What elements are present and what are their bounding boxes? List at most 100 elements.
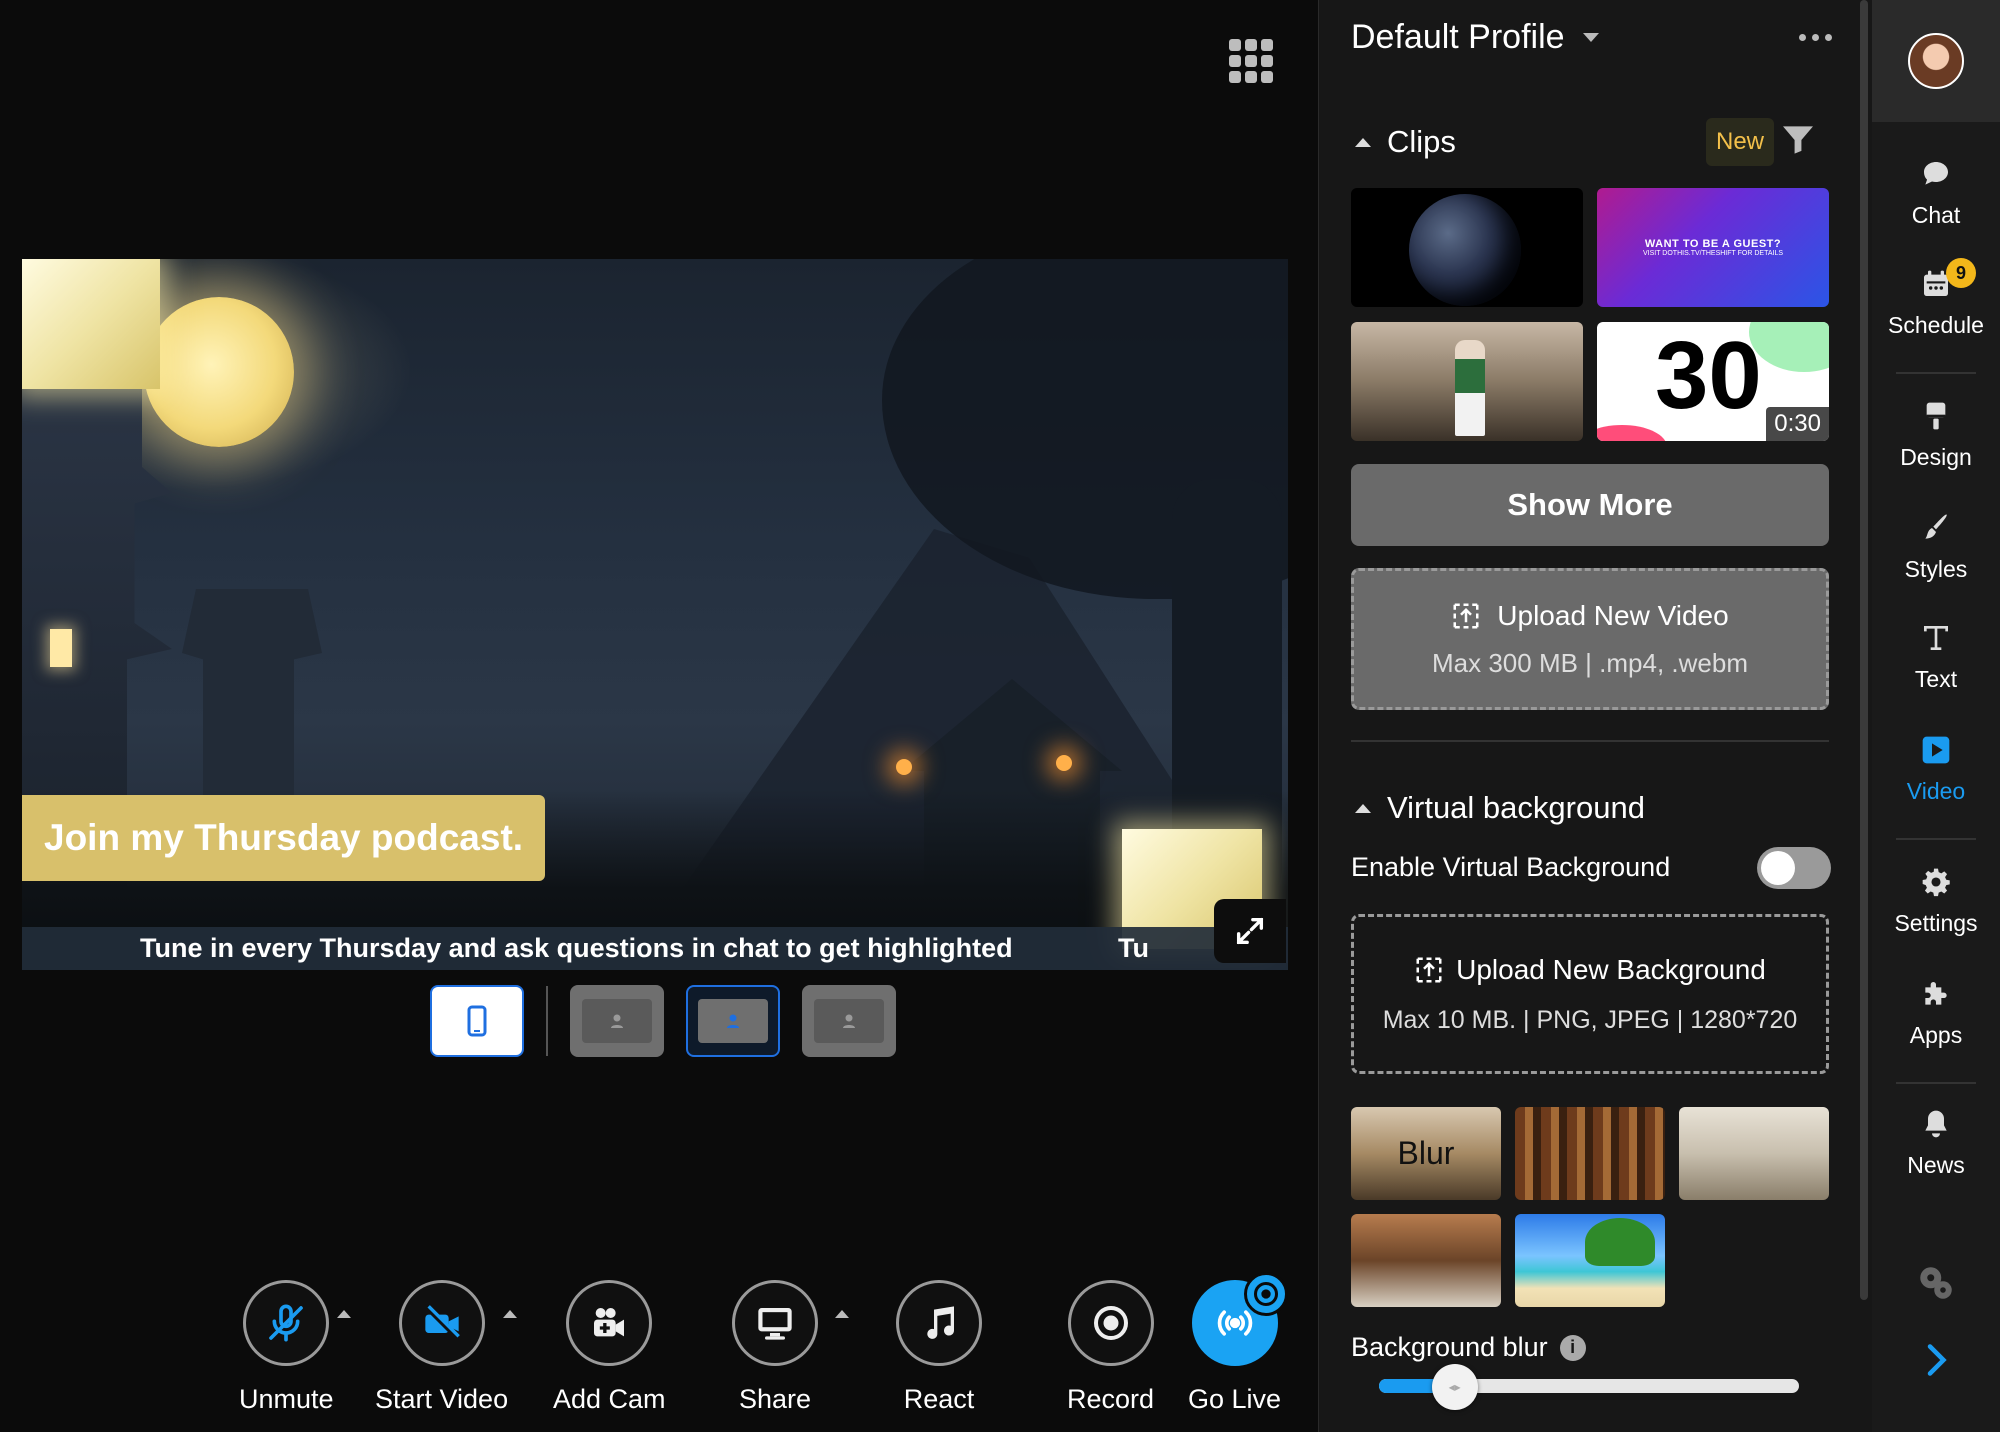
virtual-background-title: Virtual background	[1387, 790, 1645, 825]
filter-icon[interactable]	[1781, 125, 1815, 160]
expand-nav-button[interactable]	[1872, 1342, 2000, 1378]
clip-guest-subtitle: VISIT DOTHIS.TV/THESHIFT FOR DETAILS	[1642, 250, 1784, 257]
lantern-light	[1056, 755, 1072, 771]
target-icon	[1253, 1281, 1279, 1307]
user-avatar-button[interactable]	[1872, 0, 2000, 122]
live-status-indicator	[1244, 1272, 1288, 1316]
layout-alt-button[interactable]	[802, 985, 896, 1057]
avatar	[1908, 33, 1964, 89]
upload-background-title: Upload New Background	[1456, 953, 1766, 985]
layout-selected-button[interactable]	[686, 985, 780, 1057]
nav-item-news[interactable]: News	[1872, 1108, 2000, 1179]
nav-divider	[1896, 838, 1976, 840]
nav-item-video[interactable]: Video	[1872, 734, 2000, 805]
phone-icon	[467, 1005, 487, 1037]
clip-duration: 0:30	[1766, 407, 1829, 441]
nav-item-apps[interactable]: Apps	[1872, 978, 2000, 1049]
nav-label: Styles	[1904, 556, 1968, 582]
ticker-bar[interactable]: Tune in every Thursday and ask questions…	[22, 927, 1288, 970]
layout-portrait-button[interactable]	[430, 985, 524, 1057]
nav-item-design[interactable]: Design	[1872, 400, 2000, 471]
background-lobby-thumb[interactable]	[1679, 1107, 1829, 1200]
clip-countdown[interactable]: 30 0:30	[1597, 322, 1829, 441]
unmute-button[interactable]: Unmute	[239, 1280, 351, 1415]
clip-room-dance[interactable]	[1351, 322, 1583, 441]
clips-section-header[interactable]: Clips	[1355, 124, 1456, 160]
nav-label: Apps	[1909, 1022, 1963, 1048]
background-library-thumb[interactable]	[1515, 1107, 1665, 1200]
stage-area: Join my Thursday podcast. Tune in every …	[0, 0, 1318, 1432]
record-icon	[1093, 1306, 1128, 1340]
side-panel: Default Profile Clips New WANT TO BE A G…	[1318, 0, 1872, 1432]
background-blur-label: Background blur	[1351, 1332, 1548, 1362]
share-options-caret[interactable]	[835, 1310, 849, 1318]
show-more-button[interactable]: Show More	[1351, 464, 1829, 546]
nav-item-chat[interactable]: Chat	[1872, 158, 2000, 229]
background-cafe-thumb[interactable]	[1351, 1214, 1501, 1307]
side-nav: Chat 9 Schedule Design Styles Text Video…	[1872, 0, 2000, 1432]
add-cam-label: Add Cam	[553, 1384, 666, 1414]
react-label: React	[903, 1384, 975, 1414]
app-root: Join my Thursday podcast. Tune in every …	[0, 0, 2000, 1432]
schedule-count-badge: 9	[1946, 258, 1976, 288]
start-video-label: Start Video	[375, 1384, 509, 1414]
clip-earth[interactable]	[1351, 188, 1583, 307]
stream-banner[interactable]: Join my Thursday podcast.	[22, 795, 546, 881]
gears-icon	[1920, 1267, 1952, 1299]
ticker-text: Tune in every Thursday and ask questions…	[140, 933, 1013, 963]
ticker-text-repeat: Tu	[1118, 933, 1149, 963]
background-blur-thumb[interactable]: Blur	[1351, 1107, 1501, 1200]
chat-icon	[1924, 162, 1948, 185]
nav-item-schedule[interactable]: 9 Schedule	[1872, 258, 2000, 339]
paint-brush-icon	[1925, 514, 1947, 539]
enable-vb-toggle[interactable]	[1757, 847, 1831, 889]
background-beach-thumb[interactable]	[1515, 1214, 1665, 1307]
upload-video-dropzone[interactable]: Upload New Video Max 300 MB | .mp4, .web…	[1351, 568, 1829, 710]
more-options-icon[interactable]	[1799, 34, 1832, 41]
nav-item-settings[interactable]: Settings	[1872, 866, 2000, 937]
upload-video-title: Upload New Video	[1497, 599, 1729, 631]
nav-item-text[interactable]: Text	[1872, 622, 2000, 693]
profile-title: Default Profile	[1351, 18, 1565, 56]
video-off-icon	[424, 1305, 460, 1340]
layout-solo-button[interactable]	[570, 985, 664, 1057]
stream-preview: Join my Thursday podcast. Tune in every …	[22, 259, 1288, 970]
share-button[interactable]: Share	[732, 1280, 849, 1415]
add-cam-button[interactable]: Add Cam	[553, 1280, 666, 1415]
panel-scrollbar[interactable]	[1860, 0, 1868, 1300]
music-note-icon	[927, 1306, 955, 1339]
expand-button[interactable]	[1214, 899, 1286, 963]
nav-label: Schedule	[1888, 312, 1984, 338]
start-video-button[interactable]: Start Video	[375, 1280, 517, 1415]
clip-guest-promo[interactable]: WANT TO BE A GUEST? VISIT DOTHIS.TV/THES…	[1597, 188, 1829, 307]
grid-menu-icon[interactable]	[1228, 38, 1274, 84]
moon-graphic	[144, 297, 294, 447]
theme-toggle-button[interactable]	[1872, 1262, 2000, 1304]
record-button[interactable]: Record	[1067, 1280, 1154, 1415]
virtual-background-header[interactable]: Virtual background	[1355, 790, 1645, 826]
blur-slider-handle[interactable]: ◂▸	[1431, 1364, 1478, 1410]
clip-guest-title: WANT TO BE A GUEST?	[1644, 238, 1782, 250]
profile-selector[interactable]: Default Profile	[1351, 18, 1599, 57]
react-button[interactable]: React	[896, 1280, 982, 1415]
upload-video-hint: Max 300 MB | .mp4, .webm	[1432, 647, 1748, 678]
nav-item-styles[interactable]: Styles	[1872, 512, 2000, 583]
lantern-light	[896, 759, 912, 775]
unmute-options-caret[interactable]	[337, 1310, 351, 1318]
video-options-caret[interactable]	[503, 1310, 517, 1318]
go-live-button[interactable]: Go Live	[1188, 1272, 1288, 1415]
collapse-icon	[1355, 803, 1371, 813]
person-icon	[727, 1014, 739, 1028]
nav-label: Chat	[1911, 202, 1961, 228]
window-light	[50, 629, 72, 667]
add-cam-icon	[594, 1308, 625, 1337]
chevron-down-icon	[1582, 33, 1599, 42]
info-icon[interactable]: i	[1559, 1334, 1586, 1361]
upload-background-dropzone[interactable]: Upload New Background Max 10 MB. | PNG, …	[1351, 914, 1829, 1074]
clips-title: Clips	[1387, 124, 1456, 159]
chevron-right-icon	[1927, 1344, 1947, 1376]
layout-selector	[430, 985, 896, 1057]
upload-background-hint: Max 10 MB. | PNG, JPEG | 1280*720	[1382, 1005, 1798, 1034]
puzzle-icon	[1925, 982, 1947, 1005]
go-live-label: Go Live	[1188, 1384, 1282, 1414]
